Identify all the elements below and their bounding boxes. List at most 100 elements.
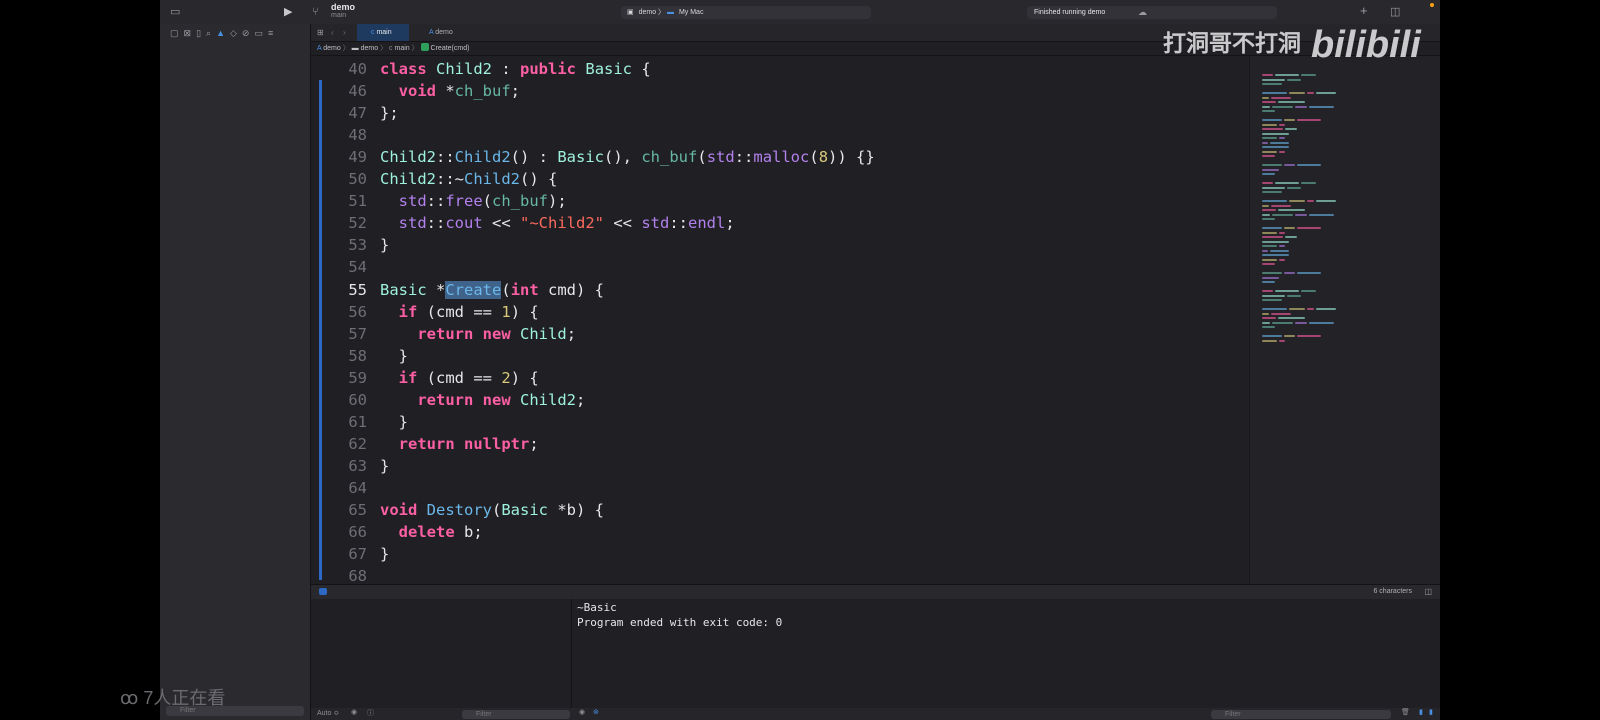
code-line[interactable]: 62 return nullptr;: [311, 433, 1249, 455]
console-filter[interactable]: Filter: [1211, 710, 1391, 719]
code-text[interactable]: return new Child2;: [380, 389, 585, 411]
right-pane-icon[interactable]: ▮: [1429, 708, 1433, 716]
scheme-target[interactable]: demo: [639, 9, 657, 16]
issue-icon[interactable]: ▲: [216, 28, 230, 38]
scheme-selector[interactable]: ▣ demo 〉 ▬ My Mac: [621, 6, 871, 19]
code-line[interactable]: 52 std::cout << "~Child2" << std::endl;: [311, 212, 1249, 234]
code-line[interactable]: 47};: [311, 102, 1249, 124]
code-line[interactable]: 40 class Child2 : public Basic {: [311, 58, 1249, 80]
code-line[interactable]: 55 Basic *Create(int cmd) {: [311, 279, 1249, 301]
code-line[interactable]: 67}: [311, 543, 1249, 565]
code-line[interactable]: 54: [311, 256, 1249, 278]
search-icon[interactable]: ⌕: [206, 28, 216, 38]
project-icon: A: [317, 45, 322, 52]
breadcrumb-file[interactable]: main: [395, 45, 410, 52]
code-text[interactable]: }: [380, 543, 389, 565]
minimap[interactable]: [1249, 56, 1440, 584]
breadcrumb-project[interactable]: demo: [323, 45, 341, 52]
split-view-icon[interactable]: ◫: [1424, 585, 1432, 599]
code-text[interactable]: }: [380, 411, 408, 433]
minimap-line: [1301, 74, 1316, 76]
code-text[interactable]: void Destory(Basic *b) {: [380, 499, 604, 521]
report-icon[interactable]: ≡: [268, 28, 278, 38]
code-text[interactable]: return nullptr;: [380, 433, 539, 455]
branch-name[interactable]: main: [331, 12, 346, 19]
tab-demo[interactable]: A demo: [421, 24, 481, 41]
code-text[interactable]: delete b;: [380, 521, 483, 543]
code-line[interactable]: 49 Child2::Child2() : Basic(), ch_buf(std…: [311, 146, 1249, 168]
code-text[interactable]: Child2::~Child2() {: [380, 168, 557, 190]
code-line[interactable]: 57 return new Child;: [311, 323, 1249, 345]
minimap-line: [1262, 141, 1268, 144]
code-text[interactable]: if (cmd == 2) {: [380, 367, 539, 389]
variables-filter[interactable]: Filter: [462, 710, 570, 719]
code-text[interactable]: class Child2 : public Basic {: [380, 58, 651, 80]
scope-selector[interactable]: Auto ≎: [317, 709, 339, 717]
xcode-window: ▭ ▶ ⑂ demo main ▣ demo 〉 ▬ My Mac Finish…: [160, 0, 1440, 720]
code-line[interactable]: 58 }: [311, 345, 1249, 367]
code-text[interactable]: }: [380, 455, 389, 477]
inspector-toggle-icon[interactable]: ◫: [1390, 4, 1400, 20]
code-line[interactable]: 68: [311, 565, 1249, 584]
minimap-line: [1289, 92, 1305, 94]
breadcrumb-group[interactable]: demo: [361, 45, 379, 52]
source-editor[interactable]: 40 class Child2 : public Basic {46 void *…: [311, 56, 1249, 584]
debug-icon[interactable]: ⊘: [242, 28, 255, 38]
sidebar-toggle-icon[interactable]: ▭: [170, 4, 180, 20]
grid-icon[interactable]: ⊞: [317, 24, 324, 41]
left-pane-icon[interactable]: ▮: [1419, 708, 1423, 716]
breakpoint-icon[interactable]: ▭: [254, 28, 268, 38]
code-line[interactable]: 48: [311, 124, 1249, 146]
minimap-line: [1262, 132, 1289, 135]
tab-main[interactable]: c main: [357, 24, 409, 41]
code-line[interactable]: 65 void Destory(Basic *b) {: [311, 499, 1249, 521]
code-text[interactable]: };: [380, 102, 399, 124]
project-name[interactable]: demo: [331, 2, 355, 12]
source-control-icon[interactable]: ⊠: [184, 28, 197, 38]
code-text[interactable]: return new Child;: [380, 323, 576, 345]
forward-icon[interactable]: ›: [343, 24, 346, 41]
code-line[interactable]: 56 if (cmd == 1) {: [311, 301, 1249, 323]
code-text[interactable]: void *ch_buf;: [380, 80, 520, 102]
eye-icon[interactable]: ◉: [579, 708, 585, 716]
code-text[interactable]: std::cout << "~Child2" << std::endl;: [380, 212, 735, 234]
minimap-line: [1297, 164, 1321, 166]
eye-icon[interactable]: ◉: [351, 708, 357, 716]
bilibili-watermark: 打洞哥不打洞 bilibili: [1163, 24, 1421, 67]
code-line[interactable]: 53}: [311, 234, 1249, 256]
code-line[interactable]: 60 return new Child2;: [311, 389, 1249, 411]
code-text[interactable]: Basic *Create(int cmd) {: [380, 279, 604, 301]
console-output[interactable]: ~Basic Program ended with exit code: 0: [572, 599, 1440, 708]
run-destination[interactable]: My Mac: [679, 9, 704, 16]
code-line[interactable]: 66 delete b;: [311, 521, 1249, 543]
code-line[interactable]: 51 std::free(ch_buf);: [311, 190, 1249, 212]
code-line[interactable]: 59 if (cmd == 2) {: [311, 367, 1249, 389]
code-line[interactable]: 50 Child2::~Child2() {: [311, 168, 1249, 190]
minimap-line: [1262, 272, 1282, 274]
navigator-tabs[interactable]: ▢⊠▯⌕▲◇⊘▭≡: [170, 28, 278, 40]
code-text[interactable]: std::free(ch_buf);: [380, 190, 567, 212]
minimap-line: [1262, 281, 1275, 283]
bookmark-icon[interactable]: ▯: [196, 28, 206, 38]
info-icon[interactable]: ⓘ: [367, 708, 374, 718]
code-text[interactable]: }: [380, 345, 408, 367]
watermark-text: 打洞哥不打洞: [1163, 30, 1301, 56]
add-icon[interactable]: +: [1360, 3, 1368, 19]
test-icon[interactable]: ◇: [230, 28, 242, 38]
folder-icon[interactable]: ▢: [170, 28, 184, 38]
code-text[interactable]: if (cmd == 1) {: [380, 301, 539, 323]
code-line[interactable]: 61 }: [311, 411, 1249, 433]
trash-icon[interactable]: 🗑: [1401, 708, 1410, 716]
code-text[interactable]: Child2::Child2() : Basic(), ch_buf(std::…: [380, 146, 875, 168]
code-text[interactable]: }: [380, 234, 389, 256]
minimap-line: [1307, 308, 1314, 310]
code-line[interactable]: 63}: [311, 455, 1249, 477]
breadcrumb-symbol[interactable]: Create(cmd): [431, 45, 470, 52]
code-line[interactable]: 46 void *ch_buf;: [311, 80, 1249, 102]
back-icon[interactable]: ‹: [331, 24, 334, 41]
run-icon[interactable]: ▶: [284, 4, 292, 20]
code-line[interactable]: 64: [311, 477, 1249, 499]
debug-area-toggle-icon[interactable]: [319, 588, 327, 595]
output-icon[interactable]: ⊛: [593, 708, 599, 716]
minimap-line: [1309, 321, 1334, 324]
